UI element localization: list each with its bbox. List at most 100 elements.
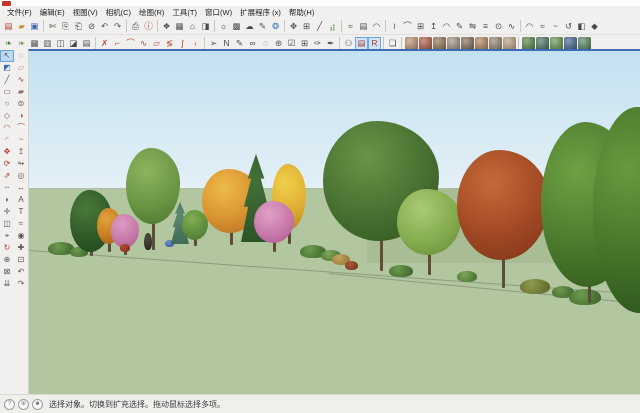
menu-item-tools[interactable]: 工具(T) bbox=[168, 7, 201, 18]
wave-tool-icon[interactable]: ≈ bbox=[536, 20, 549, 33]
zoom-extents-icon[interactable]: ⊠ bbox=[0, 266, 14, 278]
materials-window-icon[interactable]: ◫ bbox=[54, 37, 67, 50]
menu-item-file[interactable]: 文件(F) bbox=[3, 7, 36, 18]
model-info-icon[interactable]: ⓘ bbox=[142, 20, 155, 33]
menu-item-edit[interactable]: 编辑(E) bbox=[36, 7, 69, 18]
new-file-icon[interactable]: ▤ bbox=[2, 20, 15, 33]
orbit-icon[interactable]: ↻ bbox=[0, 242, 14, 254]
home-view-icon[interactable]: ⌂ bbox=[186, 20, 199, 33]
sandbox-from-scratch-icon[interactable]: ▤ bbox=[357, 20, 370, 33]
select-icon[interactable]: ↖ bbox=[0, 50, 14, 62]
tree-thumb-5-icon[interactable] bbox=[578, 37, 591, 50]
shape-bender-icon[interactable]: ⌒ bbox=[401, 20, 414, 33]
copy-icon[interactable]: ⎘ bbox=[59, 20, 72, 33]
path-shrub-1[interactable] bbox=[389, 265, 413, 277]
spiral-tool-icon[interactable]: ↺ bbox=[562, 20, 575, 33]
pencil-tool-icon[interactable]: ✎ bbox=[233, 37, 246, 50]
grid-tool-icon[interactable]: ⊞ bbox=[300, 20, 313, 33]
undo-icon[interactable]: ↶ bbox=[98, 20, 111, 33]
freehand-icon[interactable]: ∿ bbox=[14, 74, 28, 86]
statue[interactable] bbox=[144, 233, 152, 250]
leaf-tool-icon[interactable]: ❧ bbox=[15, 37, 28, 50]
shadows-icon[interactable]: ☼ bbox=[217, 20, 230, 33]
window-add-tool-icon[interactable]: ⊞ bbox=[298, 37, 311, 50]
two-point-arc-icon[interactable]: ⌒ bbox=[14, 122, 28, 134]
bezier-polygon-icon[interactable]: ▱ bbox=[150, 37, 163, 50]
joint-push-pull-icon[interactable]: ↥ bbox=[427, 20, 440, 33]
check-tool-icon[interactable]: ☑ bbox=[285, 37, 298, 50]
vegetation-brush-icon[interactable]: ❧ bbox=[2, 37, 15, 50]
component-thumb-5-icon[interactable] bbox=[461, 37, 474, 50]
draw-extra-icon[interactable]: ✎ bbox=[453, 20, 466, 33]
tree-thumb-3-icon[interactable] bbox=[550, 37, 563, 50]
3d-warehouse-icon[interactable]: ❂ bbox=[269, 20, 282, 33]
pen-tool-icon[interactable]: ✒ bbox=[324, 37, 337, 50]
materials-browser-icon[interactable]: ▦ bbox=[173, 20, 186, 33]
move-icon[interactable]: ✥ bbox=[0, 146, 14, 158]
menu-item-view[interactable]: 视图(V) bbox=[69, 7, 102, 18]
material-replace-icon[interactable]: ◆ bbox=[588, 20, 601, 33]
weld-icon[interactable]: ≀ bbox=[388, 20, 401, 33]
curve-tool-icon[interactable]: ~ bbox=[549, 20, 562, 33]
three-point-arc-icon[interactable]: ◜ bbox=[0, 134, 14, 146]
statistics-icon[interactable]: ⣴ bbox=[326, 20, 339, 33]
bezier-zigzag-icon[interactable]: ≶ bbox=[163, 37, 176, 50]
arc-icon[interactable]: ◠ bbox=[0, 122, 14, 134]
paint-window-icon[interactable]: ▤ bbox=[80, 37, 93, 50]
menu-item-extensions[interactable]: 扩展程序 (x) bbox=[236, 7, 285, 18]
rotated-rectangle-icon[interactable]: ▰ bbox=[14, 86, 28, 98]
axes-icon[interactable]: ✛ bbox=[0, 206, 14, 218]
print-icon[interactable]: ⎙ bbox=[129, 20, 142, 33]
pan-icon[interactable]: ✚ bbox=[14, 242, 28, 254]
rectangle-icon[interactable]: ▭ bbox=[0, 86, 14, 98]
cloud-download-icon[interactable]: ☁ bbox=[243, 20, 256, 33]
component-thumb-2-icon[interactable] bbox=[419, 37, 432, 50]
right-tree-b[interactable] bbox=[593, 107, 640, 313]
components-window-icon[interactable]: ▦ bbox=[28, 37, 41, 50]
redo-icon[interactable]: ↷ bbox=[111, 20, 124, 33]
polygon-icon[interactable]: ◇ bbox=[0, 110, 14, 122]
inspect-icon[interactable]: ⊙ bbox=[492, 20, 505, 33]
make-component-icon[interactable]: ❖ bbox=[160, 20, 173, 33]
position-camera-icon[interactable]: ⌖ bbox=[0, 230, 14, 242]
component-thumb-1-icon[interactable] bbox=[405, 37, 418, 50]
component-thumb-4-icon[interactable] bbox=[447, 37, 460, 50]
tree-thumb-2-icon[interactable] bbox=[536, 37, 549, 50]
loop-tool-icon[interactable]: ∞ bbox=[246, 37, 259, 50]
bezier-arc-icon[interactable]: ⌒ bbox=[124, 37, 137, 50]
look-around-icon[interactable]: ◉ bbox=[14, 230, 28, 242]
text-icon[interactable]: A bbox=[14, 194, 28, 206]
window-tool-icon[interactable]: ❏ bbox=[386, 37, 399, 50]
zoom-icon[interactable]: ⊕ bbox=[0, 254, 14, 266]
open-file-icon[interactable]: ▰ bbox=[15, 20, 28, 33]
sandbox-from-contours-icon[interactable]: ≈ bbox=[344, 20, 357, 33]
mirror-icon[interactable]: ⇋ bbox=[466, 20, 479, 33]
add-location-icon[interactable]: ✎ bbox=[256, 20, 269, 33]
styles-browser-icon[interactable]: ◨ bbox=[199, 20, 212, 33]
tree-thumb-1-icon[interactable] bbox=[522, 37, 535, 50]
menu-item-window[interactable]: 窗口(W) bbox=[201, 7, 236, 18]
tree-thumb-4-icon[interactable] bbox=[564, 37, 577, 50]
red-maple[interactable] bbox=[457, 150, 549, 288]
array-copy-icon[interactable]: ⊞ bbox=[414, 20, 427, 33]
scale-icon[interactable]: ⇗ bbox=[0, 170, 14, 182]
delete-icon[interactable]: ⊘ bbox=[85, 20, 98, 33]
component-thumb-6-icon[interactable] bbox=[475, 37, 488, 50]
circle-icon[interactable]: ○ bbox=[0, 98, 14, 110]
eraser-icon[interactable]: ▱ bbox=[14, 62, 28, 74]
shell-tool-icon[interactable]: ⊛ bbox=[272, 37, 285, 50]
bezier-angle-icon[interactable]: ‹ bbox=[189, 37, 202, 50]
curviloft-icon[interactable]: ◠ bbox=[440, 20, 453, 33]
next-view-icon[interactable]: ↷ bbox=[14, 278, 28, 290]
walk-icon[interactable]: ⇊ bbox=[0, 278, 14, 290]
bezier-curve-icon[interactable]: ~ bbox=[14, 134, 28, 146]
bezier-spline-icon[interactable]: ∿ bbox=[137, 37, 150, 50]
people-library-icon[interactable]: ⚇ bbox=[342, 37, 355, 50]
section-plane-icon[interactable]: ◫ bbox=[0, 218, 14, 230]
align-icon[interactable]: ≡ bbox=[479, 20, 492, 33]
smoove-icon[interactable]: ◠ bbox=[370, 20, 383, 33]
dimension-icon[interactable]: ↔ bbox=[14, 182, 28, 194]
bezier-scurve-icon[interactable]: ∫ bbox=[176, 37, 189, 50]
credits-icon[interactable]: ☻ bbox=[32, 399, 43, 410]
n-scale-tool-icon[interactable]: N bbox=[220, 37, 233, 50]
